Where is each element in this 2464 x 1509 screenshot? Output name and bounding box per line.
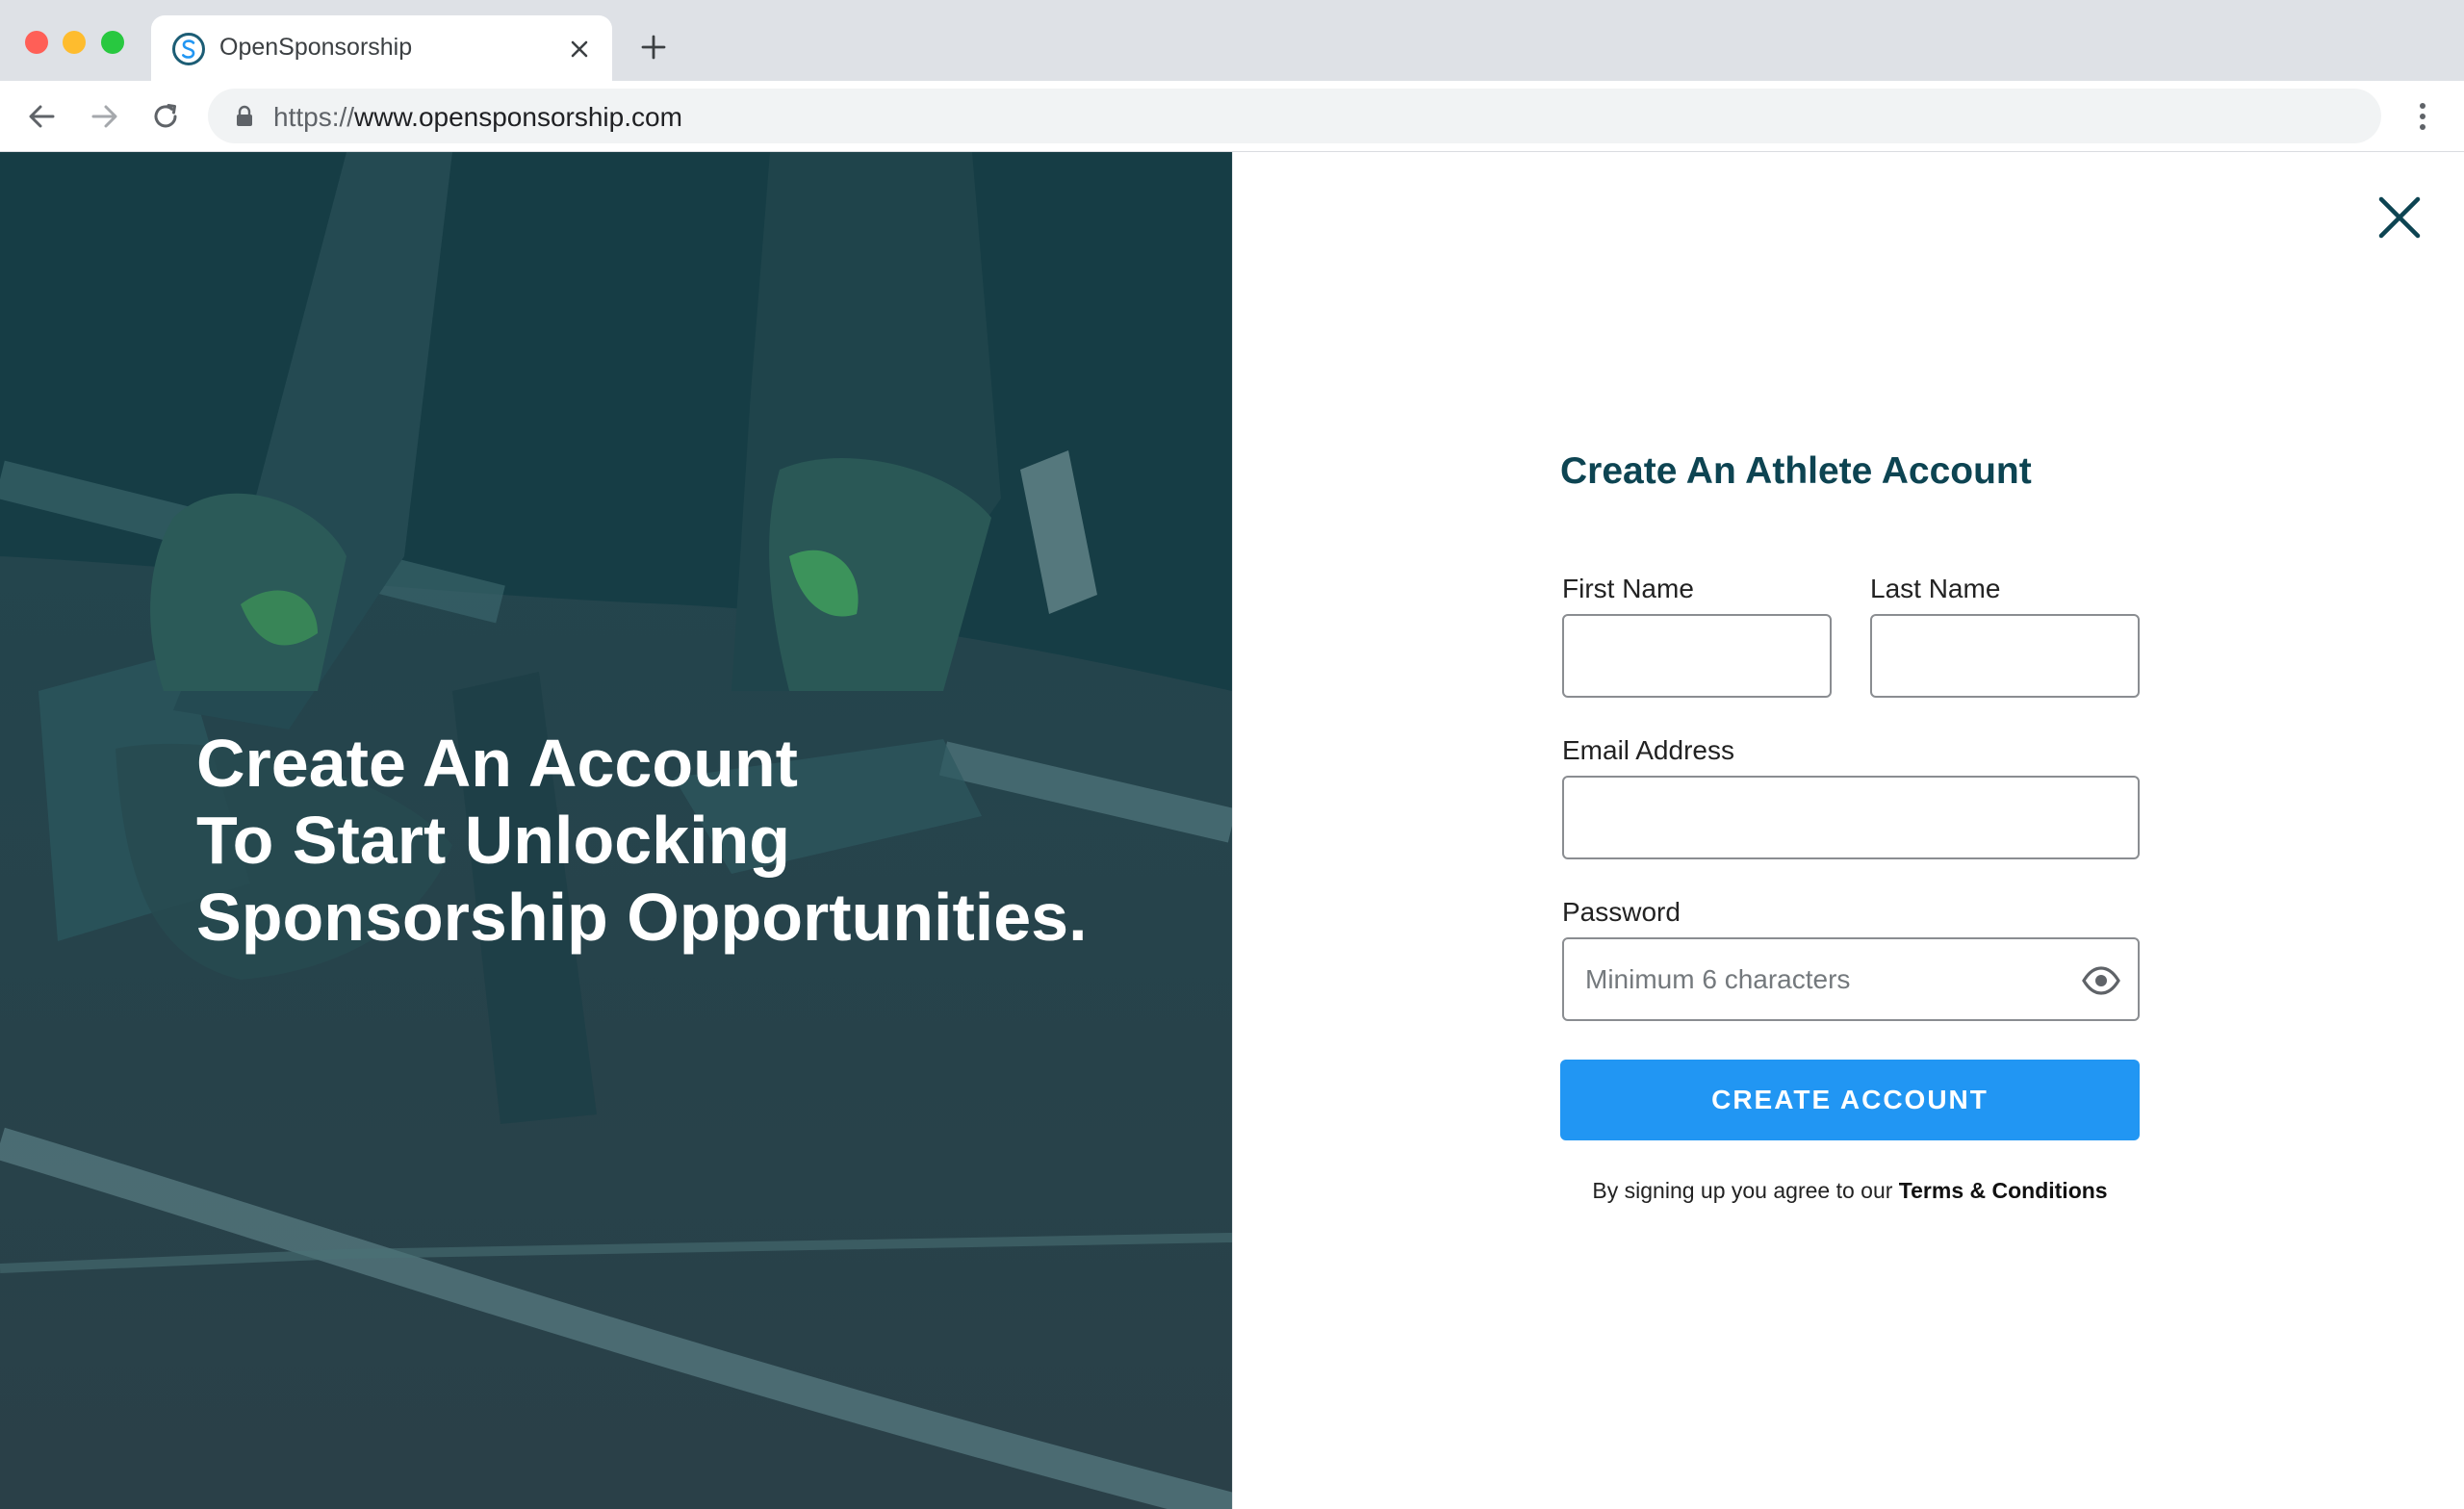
first-name-label: First Name bbox=[1562, 574, 1694, 603]
signup-panel: Create An Athlete Account First Name Las… bbox=[1232, 152, 2464, 1509]
terms-prefix: By signing up you agree to our bbox=[1592, 1178, 1893, 1203]
form-title: Create An Athlete Account bbox=[1560, 450, 2032, 492]
browser-tab-bar: OpenSponsorship bbox=[0, 0, 2464, 81]
email-field[interactable] bbox=[1562, 776, 2140, 859]
address-url: https://www.opensponsorship.com bbox=[273, 102, 682, 133]
hero-heading-line: To Start Unlocking bbox=[196, 803, 791, 878]
close-icon[interactable] bbox=[565, 35, 594, 64]
url-scheme: https:// bbox=[273, 102, 355, 132]
last-name-field[interactable] bbox=[1870, 614, 2140, 698]
opensponsorship-logo-icon bbox=[172, 33, 205, 65]
window-close-button[interactable] bbox=[25, 31, 48, 54]
window-zoom-button[interactable] bbox=[101, 31, 124, 54]
hero-heading-line: Create An Account bbox=[196, 726, 798, 801]
reload-icon[interactable] bbox=[147, 98, 184, 135]
create-account-button[interactable]: CREATE ACCOUNT bbox=[1560, 1060, 2140, 1140]
password-label: Password bbox=[1562, 897, 1681, 927]
last-name-input[interactable] bbox=[1872, 616, 2138, 696]
browser-tab[interactable]: OpenSponsorship bbox=[151, 15, 612, 81]
address-bar[interactable]: https://www.opensponsorship.com bbox=[208, 89, 2381, 143]
back-arrow-icon[interactable] bbox=[24, 98, 61, 135]
terms-link[interactable]: Terms & Conditions bbox=[1899, 1178, 2108, 1203]
window-minimize-button[interactable] bbox=[63, 31, 86, 54]
first-name-input[interactable] bbox=[1564, 616, 1830, 696]
password-input[interactable] bbox=[1564, 939, 2138, 1019]
plus-icon[interactable] bbox=[639, 33, 668, 62]
hero-panel: Create An Account To Start Unlocking Spo… bbox=[0, 152, 1232, 1509]
lock-icon bbox=[237, 105, 252, 126]
first-name-field[interactable] bbox=[1562, 614, 1832, 698]
forward-arrow-icon[interactable] bbox=[86, 98, 122, 135]
browser-toolbar: https://www.opensponsorship.com bbox=[0, 81, 2464, 152]
email-input[interactable] bbox=[1564, 778, 2138, 857]
eye-icon[interactable] bbox=[2082, 961, 2120, 1000]
url-host: www.opensponsorship.com bbox=[354, 102, 682, 132]
hero-heading-line: Sponsorship Opportunities. bbox=[196, 880, 1088, 955]
email-label: Email Address bbox=[1562, 735, 1734, 765]
kebab-menu-icon[interactable] bbox=[2408, 100, 2437, 133]
password-field[interactable] bbox=[1562, 937, 2140, 1021]
hero-heading: Create An Account To Start Unlocking Spo… bbox=[196, 725, 1159, 956]
terms-text: By signing up you agree to our Terms & C… bbox=[1560, 1178, 2140, 1204]
close-icon[interactable] bbox=[2376, 194, 2423, 241]
tab-title: OpenSponsorship bbox=[219, 34, 413, 61]
last-name-label: Last Name bbox=[1870, 574, 2001, 603]
